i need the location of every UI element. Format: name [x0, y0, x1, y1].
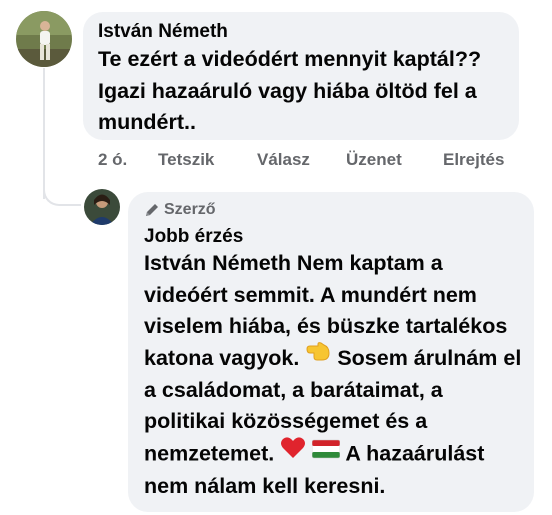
reply-text: István Németh Nem kaptam a videóért semm…: [144, 248, 529, 503]
reply-author-name[interactable]: Jobb érzés: [144, 226, 243, 248]
commenter-avatar[interactable]: [16, 11, 72, 67]
author-badge: Szerző: [144, 201, 216, 219]
like-button[interactable]: Tetszik: [158, 150, 214, 170]
author-badge-label: Szerző: [164, 201, 216, 218]
author-avatar[interactable]: [84, 189, 120, 225]
pointing-left-emoji: [305, 341, 331, 373]
commenter-name[interactable]: István Németh: [98, 21, 228, 43]
comment-text: Te ezért a videódért mennyit kaptál?? Ig…: [98, 47, 482, 134]
red-heart-emoji: [280, 436, 306, 470]
pen-icon: [146, 204, 158, 216]
message-button[interactable]: Üzenet: [346, 150, 402, 170]
reply-button[interactable]: Válasz: [257, 150, 310, 170]
hungary-flag-emoji: [311, 437, 341, 469]
thread-connector-line: [43, 68, 45, 199]
comment-timestamp[interactable]: 2 ó.: [98, 150, 127, 170]
thread-connector-curve: [43, 182, 81, 206]
hide-button[interactable]: Elrejtés: [443, 150, 504, 170]
